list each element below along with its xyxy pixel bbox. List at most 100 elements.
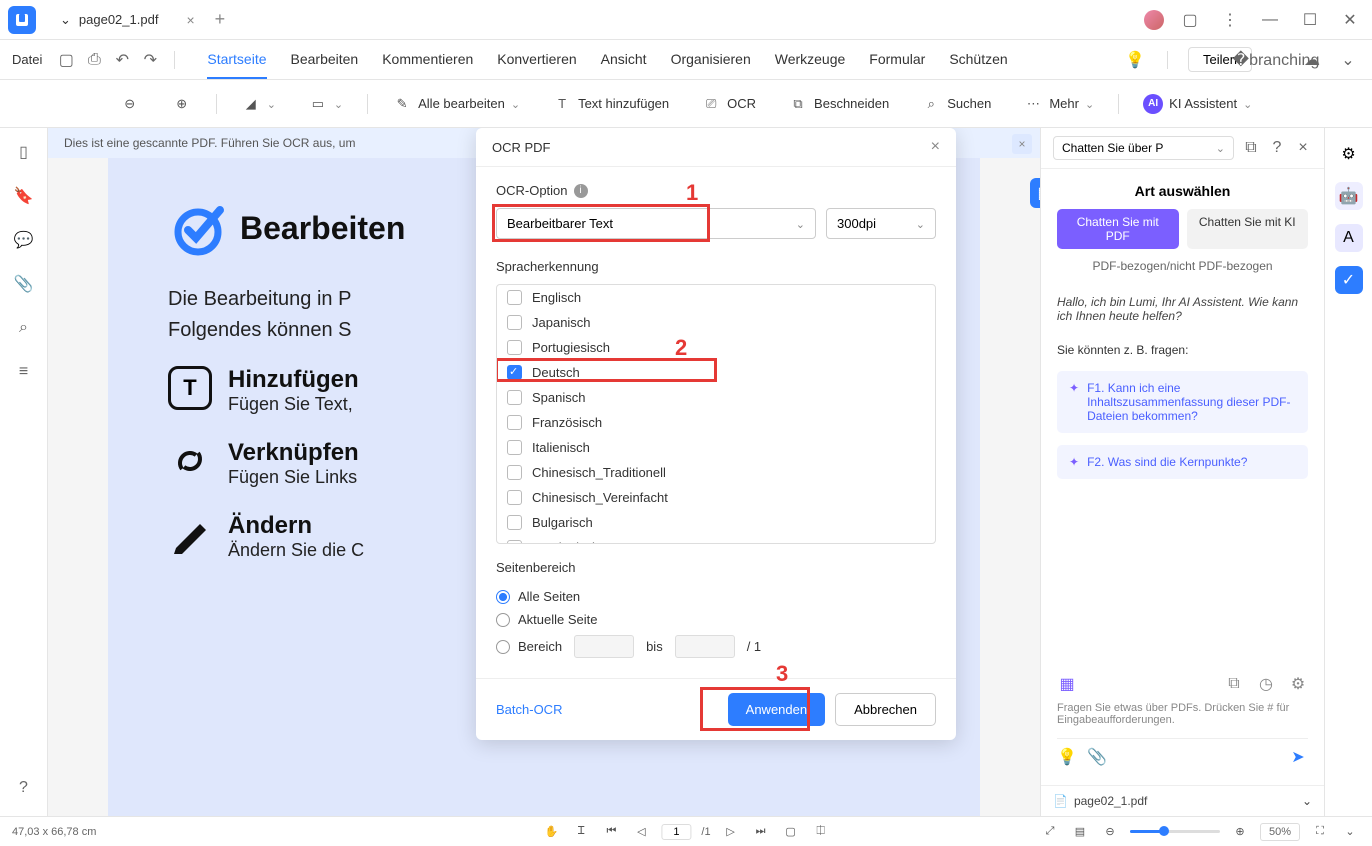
lang-item-franzoesisch[interactable]: Französisch — [497, 410, 935, 435]
shape-tool[interactable]: ▭ — [300, 90, 351, 118]
lang-item-spanisch[interactable]: Spanisch — [497, 385, 935, 410]
zoom-value[interactable]: 50% — [1260, 823, 1300, 841]
add-text-button[interactable]: TText hinzufügen — [544, 90, 677, 118]
ai-assistent-button[interactable]: AIKI Assistent — [1135, 90, 1260, 118]
tab-add-button[interactable]: + — [215, 9, 226, 30]
apply-button[interactable]: Anwenden — [728, 693, 825, 726]
sr-check-icon[interactable]: ✓ — [1335, 266, 1363, 294]
radio-selected-icon[interactable] — [496, 590, 510, 604]
chevron-down-icon[interactable]: ⌄ — [1302, 794, 1312, 808]
close-button[interactable]: ✕ — [1336, 6, 1364, 34]
lang-item-englisch[interactable]: Englisch — [497, 285, 935, 310]
lang-item-bulgarisch[interactable]: Bulgarisch — [497, 510, 935, 535]
search-button[interactable]: ⌕Suchen — [913, 90, 999, 118]
tab-close-button[interactable]: × — [186, 12, 194, 28]
ai-bulb-icon[interactable]: 💡 — [1057, 747, 1077, 767]
layout-icon[interactable]: ▤ — [1070, 822, 1090, 842]
batch-ocr-link[interactable]: Batch-OCR — [496, 702, 562, 717]
attachment-icon[interactable]: 📎 — [12, 272, 36, 296]
status-chevron-icon[interactable]: ⌄ — [1340, 822, 1360, 842]
page-input[interactable] — [661, 824, 691, 840]
radio-all-pages[interactable]: Alle Seiten — [496, 585, 936, 608]
print-icon[interactable]: ⎙ — [82, 48, 106, 72]
page-icon[interactable]: ▯ — [12, 140, 36, 164]
radio-range[interactable]: Bereichbis/ 1 — [496, 631, 936, 662]
ai-suggestion-1[interactable]: ✦F1. Kann ich eine Inhaltszusammenfassun… — [1057, 371, 1308, 433]
more-button[interactable]: ⋯Mehr — [1015, 90, 1102, 118]
fullscreen-icon[interactable]: ⛶ — [1310, 822, 1330, 842]
ai-chat-select[interactable]: Chatten Sie über P — [1053, 136, 1234, 160]
ai-history-icon[interactable]: ◷ — [1256, 674, 1276, 694]
ocr-option-select[interactable]: Bearbeitbarer Text — [496, 208, 816, 239]
ai-doc-icon[interactable]: ▦ — [1057, 674, 1077, 694]
lang-item-portugiesisch[interactable]: Portugiesisch — [497, 335, 935, 360]
next-page-icon[interactable]: ▷ — [721, 822, 741, 842]
tab-ansicht[interactable]: Ansicht — [601, 41, 647, 79]
lang-item-deutsch[interactable]: Deutsch — [497, 360, 935, 385]
ai-settings-icon[interactable]: ⚙ — [1288, 674, 1308, 694]
zoom-slider[interactable] — [1130, 830, 1220, 833]
tab-organisieren[interactable]: Organisieren — [671, 41, 751, 79]
help-icon[interactable]: ? — [12, 776, 36, 800]
range-from-input[interactable] — [574, 635, 634, 658]
crop-button[interactable]: ⧉Beschneiden — [780, 90, 897, 118]
edit-all-button[interactable]: ✎Alle bearbeiten — [384, 90, 528, 118]
zoom-out-button[interactable]: ⊖ — [112, 90, 148, 118]
ai-clip-icon[interactable]: 📎 — [1087, 747, 1107, 767]
lang-item-chin-trad[interactable]: Chinesisch_Traditionell — [497, 460, 935, 485]
maximize-button[interactable]: ☐ — [1296, 6, 1324, 34]
prev-page-icon[interactable]: ◁ — [631, 822, 651, 842]
sr-translate-icon[interactable]: A — [1335, 224, 1363, 252]
cancel-button[interactable]: Abbrechen — [835, 693, 936, 726]
continuous-icon[interactable]: ⎅ — [811, 822, 831, 842]
minimize-button[interactable]: — — [1256, 6, 1284, 34]
ai-help-icon[interactable]: ? — [1268, 139, 1286, 157]
chevron-down-icon[interactable]: ⌄ — [1336, 48, 1360, 72]
language-list[interactable]: Englisch Japanisch Portugiesisch Deutsch… — [496, 284, 936, 544]
banner-close-button[interactable]: × — [1012, 134, 1032, 154]
tab-schuetzen[interactable]: Schützen — [949, 41, 1007, 79]
dialog-close-button[interactable]: × — [931, 138, 940, 156]
highlight-tool[interactable]: ◢ — [233, 90, 284, 118]
search-side-icon[interactable]: ⌕ — [12, 316, 36, 340]
lang-item-chin-simp[interactable]: Chinesisch_Vereinfacht — [497, 485, 935, 510]
tab-kommentieren[interactable]: Kommentieren — [382, 41, 473, 79]
tab-startseite[interactable]: Startseite — [207, 41, 266, 79]
hand-tool-icon[interactable]: ✋ — [541, 822, 561, 842]
ai-expand-icon[interactable]: ⧉ — [1242, 139, 1260, 157]
redo-icon[interactable]: ↷ — [138, 48, 162, 72]
first-page-icon[interactable]: ⏮ — [601, 822, 621, 842]
ai-tab-ki[interactable]: Chatten Sie mit KI — [1187, 209, 1309, 249]
view-mode-icon[interactable]: ▢ — [781, 822, 801, 842]
bookmark-icon[interactable]: 🔖 — [12, 184, 36, 208]
lang-item-katalanisch[interactable]: Katalanisch — [497, 535, 935, 544]
zoom-out-status[interactable]: ⊖ — [1100, 822, 1120, 842]
undo-icon[interactable]: ↶ — [110, 48, 134, 72]
sr-sliders-icon[interactable]: ⚙ — [1335, 140, 1363, 168]
tab-bearbeiten[interactable]: Bearbeiten — [291, 41, 359, 79]
dpi-select[interactable]: 300dpi — [826, 208, 936, 239]
window-icon[interactable]: ▢ — [1176, 6, 1204, 34]
checkbox-checked-icon[interactable] — [507, 365, 522, 380]
zoom-in-status[interactable]: ⊕ — [1230, 822, 1250, 842]
zoom-in-button[interactable]: ⊕ — [164, 90, 200, 118]
tab-werkzeuge[interactable]: Werkzeuge — [775, 41, 846, 79]
share-icon[interactable]: �branching — [1264, 48, 1288, 72]
lang-item-italienisch[interactable]: Italienisch — [497, 435, 935, 460]
radio-current-page[interactable]: Aktuelle Seite — [496, 608, 936, 631]
info-icon[interactable]: i — [574, 184, 588, 198]
cloud-icon[interactable]: ☁ — [1300, 48, 1324, 72]
sr-robot-icon[interactable]: 🤖 — [1335, 182, 1363, 210]
tab-konvertieren[interactable]: Konvertieren — [497, 41, 576, 79]
bulb-icon[interactable]: 💡 — [1123, 48, 1147, 72]
range-to-input[interactable] — [675, 635, 735, 658]
file-menu[interactable]: Datei — [12, 52, 42, 67]
ai-close-icon[interactable]: × — [1294, 139, 1312, 157]
ai-send-button[interactable]: ➤ — [1288, 747, 1308, 767]
ai-tab-pdf[interactable]: Chatten Sie mit PDF — [1057, 209, 1179, 249]
select-tool-icon[interactable]: Ꮖ — [571, 822, 591, 842]
user-avatar[interactable] — [1144, 10, 1164, 30]
ai-file-row[interactable]: 📄 page02_1.pdf ⌄ — [1041, 785, 1324, 816]
lang-item-japanisch[interactable]: Japanisch — [497, 310, 935, 335]
ocr-button[interactable]: ⎚OCR — [693, 90, 764, 118]
